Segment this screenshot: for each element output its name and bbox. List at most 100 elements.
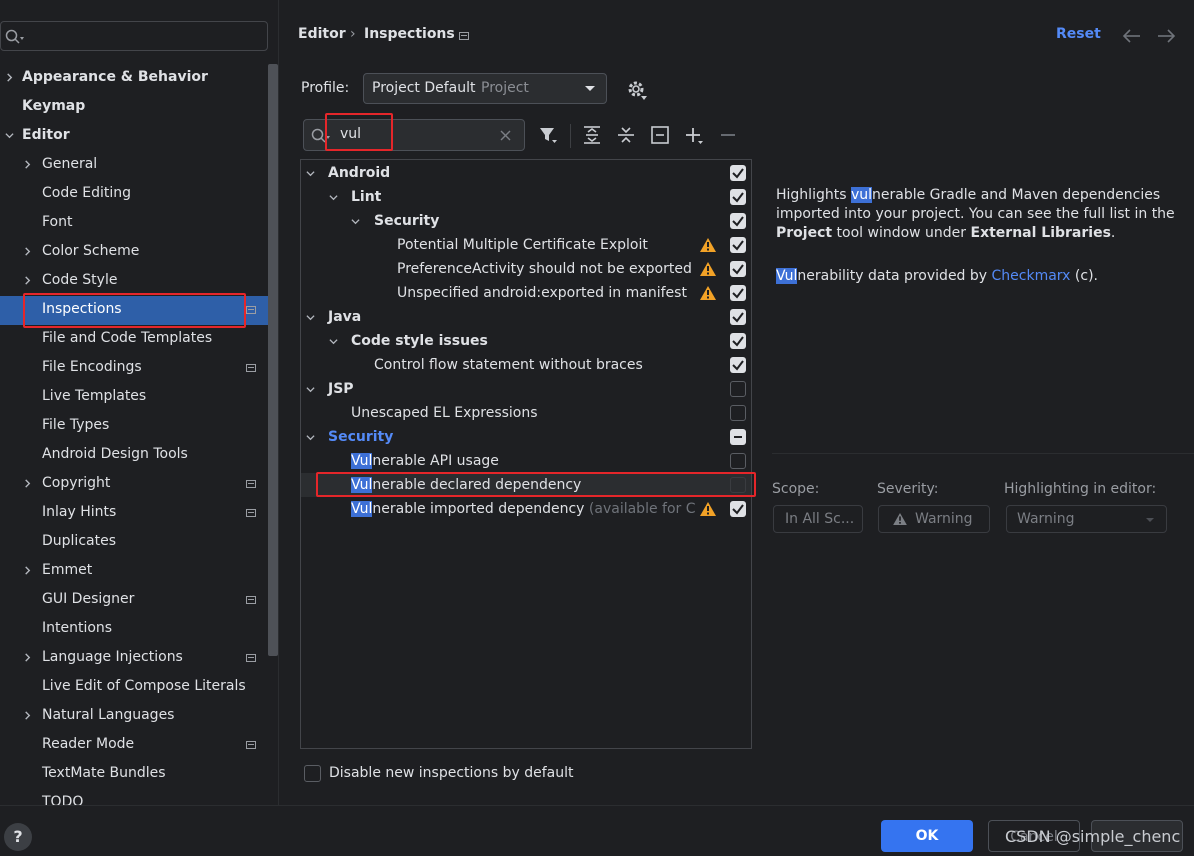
chevron-right-icon[interactable] [23,653,32,662]
sidebar-item-natural-languages[interactable]: Natural Languages [42,701,174,729]
sidebar-item-live-edit-compose[interactable]: Live Edit of Compose Literals [42,672,246,700]
checkbox-checked[interactable] [730,333,746,349]
chevron-right-icon[interactable] [5,73,14,82]
match-highlight: Vul [776,268,798,284]
back-arrow-icon[interactable] [1122,28,1142,44]
chevron-right-icon[interactable] [23,276,32,285]
checkbox-checked[interactable] [730,357,746,373]
tree-row-inspection[interactable]: Vulnerable API usage [301,449,751,473]
filter-icon[interactable] [538,125,558,145]
chevron-down-icon[interactable] [5,131,14,140]
tree-row-lint[interactable]: Lint [301,185,751,209]
sidebar-item-duplicates[interactable]: Duplicates [42,527,116,555]
tree-row-java[interactable]: Java [301,305,751,329]
sidebar-item-todo[interactable]: TODO [42,788,83,805]
checkbox-checked[interactable] [730,213,746,229]
chevron-down-icon[interactable] [306,313,315,322]
expand-all-icon[interactable] [582,125,602,145]
sidebar-item-intentions[interactable]: Intentions [42,614,112,642]
tree-row-android[interactable]: Android [301,161,751,185]
clear-icon[interactable] [500,130,511,141]
disable-new-checkbox[interactable] [304,765,321,782]
chevron-right-icon[interactable] [23,479,32,488]
sidebar-item-copyright[interactable]: Copyright [42,469,110,497]
checkbox-checked[interactable] [730,285,746,301]
checkbox-checked[interactable] [730,189,746,205]
tree-row-inspection[interactable]: Potential Multiple Certificate Exploit [301,233,751,257]
sidebar-item-code-editing[interactable]: Code Editing [42,179,131,207]
sidebar-item-gui-designer[interactable]: GUI Designer [42,585,134,613]
tree-row-code-style-issues[interactable]: Code style issues [301,329,751,353]
ok-button[interactable]: OK [881,820,973,852]
checkbox-unchecked[interactable] [730,453,746,469]
severity-dropdown[interactable]: Warning [878,505,990,533]
checkbox-unchecked[interactable] [730,381,746,397]
chevron-down-icon[interactable] [306,385,315,394]
tree-row-inspection[interactable]: Unspecified android:exported in manifest [301,281,751,305]
sidebar-item-file-encodings[interactable]: File Encodings [42,353,142,381]
forward-arrow-icon[interactable] [1156,28,1176,44]
checkbox-indeterminate[interactable] [730,429,746,445]
sidebar-item-color-scheme[interactable]: Color Scheme [42,237,139,265]
tree-row-inspection[interactable]: Unescaped EL Expressions [301,401,751,425]
tree-row-lint-security[interactable]: Security [301,209,751,233]
sidebar-item-font[interactable]: Font [42,208,72,236]
scope-label: Scope: [772,481,820,497]
chevron-down-icon[interactable] [306,169,315,178]
sidebar-scrollbar[interactable] [268,64,278,656]
chevron-down-icon[interactable] [329,337,338,346]
remove-icon[interactable] [718,125,738,145]
chevron-down-icon[interactable] [329,193,338,202]
reset-to-default-icon[interactable] [650,125,670,145]
checkmarx-link[interactable]: Checkmarx [992,268,1071,284]
chevron-right-icon[interactable] [23,566,32,575]
sidebar-item-language-injections[interactable]: Language Injections [42,643,183,671]
project-scope-icon [246,480,256,488]
sidebar-item-appearance[interactable]: Appearance & Behavior [22,63,208,91]
checkbox-checked[interactable] [730,237,746,253]
checkbox-checked[interactable] [730,309,746,325]
sidebar-item-textmate-bundles[interactable]: TextMate Bundles [42,759,166,787]
collapse-all-icon[interactable] [616,125,636,145]
sidebar-item-live-templates[interactable]: Live Templates [42,382,146,410]
sidebar-item-code-style[interactable]: Code Style [42,266,117,294]
desc-text: nerability data provided by [797,268,992,284]
checkbox-unchecked[interactable] [730,405,746,421]
help-icon[interactable]: ? [4,823,32,851]
chevron-right-icon[interactable] [23,160,32,169]
tree-row-security[interactable]: Security [301,425,751,449]
sidebar-item-keymap[interactable]: Keymap [22,92,85,120]
sidebar-item-emmet[interactable]: Emmet [42,556,92,584]
highlighting-dropdown[interactable]: Warning [1006,505,1167,533]
tree-row-inspection[interactable]: Vulnerable imported dependency (availabl… [301,497,751,521]
chevron-down-icon[interactable] [351,217,360,226]
sidebar-item-inlay-hints[interactable]: Inlay Hints [42,498,116,526]
reset-link[interactable]: Reset [1056,26,1101,42]
settings-search-input[interactable] [0,21,268,51]
sidebar-item-android-design-tools[interactable]: Android Design Tools [42,440,188,468]
sidebar-item-editor[interactable]: Editor [22,121,70,149]
chevron-down-icon[interactable] [306,433,315,442]
breadcrumb-root[interactable]: Editor [298,26,346,42]
disable-new-label[interactable]: Disable new inspections by default [329,765,573,781]
checkbox-checked[interactable] [730,261,746,277]
tree-label: Security [328,429,394,445]
checkbox-checked[interactable] [730,165,746,181]
sidebar-item-file-code-templates[interactable]: File and Code Templates [42,324,212,352]
add-icon[interactable] [684,125,704,145]
sidebar-item-general[interactable]: General [42,150,97,178]
tree-row-jsp[interactable]: JSP [301,377,751,401]
tree-row-inspection[interactable]: PreferenceActivity should not be exporte… [301,257,751,281]
gear-icon[interactable] [626,79,648,101]
tree-row-inspection[interactable]: Control flow statement without braces [301,353,751,377]
profile-dropdown[interactable]: Project Default Project [363,73,607,104]
chevron-down-icon [585,86,595,91]
chevron-right-icon[interactable] [23,247,32,256]
scope-dropdown[interactable]: In All Sc... [773,505,863,533]
checkbox-checked[interactable] [730,501,746,517]
desc-bold: External Libraries [970,225,1111,241]
sidebar-item-reader-mode[interactable]: Reader Mode [42,730,134,758]
chevron-right-icon[interactable] [23,711,32,720]
sidebar-item-file-types[interactable]: File Types [42,411,109,439]
settings-search-field[interactable] [27,25,261,49]
